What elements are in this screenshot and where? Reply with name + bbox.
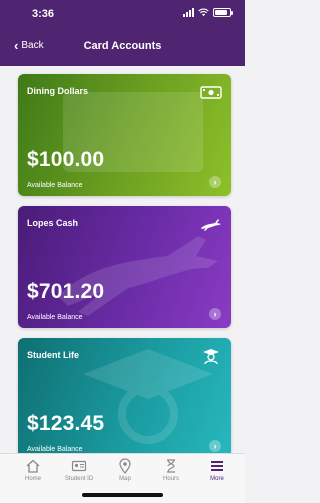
card-list: Dining Dollars $100.00 Available Balance… bbox=[0, 66, 245, 453]
signal-icon bbox=[183, 8, 194, 17]
tab-label: Student ID bbox=[64, 476, 94, 482]
tab-hours[interactable]: Hours bbox=[151, 458, 191, 482]
status-bar: 3:36 bbox=[0, 0, 245, 28]
card-balance: $100.00 bbox=[27, 148, 105, 171]
card-lopes-cash[interactable]: Lopes Cash $701.20 Available Balance › bbox=[18, 206, 231, 328]
card-balance: $123.45 bbox=[27, 412, 105, 435]
graduate-icon bbox=[203, 349, 219, 364]
status-time: 3:36 bbox=[32, 8, 55, 20]
chevron-right-icon[interactable]: › bbox=[209, 308, 221, 320]
page-title: Card Accounts bbox=[83, 40, 162, 52]
antelope-icon bbox=[201, 219, 221, 231]
map-pin-icon bbox=[119, 458, 131, 474]
cash-icon bbox=[200, 86, 222, 99]
chevron-right-icon[interactable]: › bbox=[209, 176, 221, 188]
card-title: Student Life bbox=[27, 350, 79, 360]
tab-student-id[interactable]: Student ID bbox=[59, 458, 99, 482]
navigation-bar: ‹ Back Card Accounts bbox=[0, 28, 245, 66]
tab-label: Map bbox=[119, 476, 131, 482]
graduate-watermark bbox=[83, 349, 213, 444]
id-card-icon bbox=[71, 460, 87, 472]
card-title: Lopes Cash bbox=[27, 218, 79, 228]
tab-label: More bbox=[210, 476, 224, 482]
card-dining-dollars[interactable]: Dining Dollars $100.00 Available Balance… bbox=[18, 74, 231, 196]
card-balance: $701.20 bbox=[27, 280, 105, 303]
card-student-life[interactable]: Student Life $123.45 Available Balance › bbox=[18, 338, 231, 453]
tab-home[interactable]: Home bbox=[13, 458, 53, 482]
menu-icon bbox=[211, 461, 223, 471]
card-balance-caption: Available Balance bbox=[27, 446, 83, 453]
battery-icon bbox=[213, 8, 233, 17]
card-balance-caption: Available Balance bbox=[27, 182, 83, 189]
tab-label: Hours bbox=[162, 476, 179, 482]
tab-label: Home bbox=[24, 476, 41, 482]
wifi-icon bbox=[198, 8, 209, 17]
tab-more[interactable]: More bbox=[197, 458, 237, 482]
chevron-right-icon[interactable]: › bbox=[209, 440, 221, 452]
home-indicator bbox=[82, 493, 163, 497]
tab-map[interactable]: Map bbox=[105, 458, 145, 482]
status-icons bbox=[183, 8, 233, 17]
card-title: Dining Dollars bbox=[27, 86, 89, 96]
hourglass-icon bbox=[167, 459, 175, 473]
home-icon bbox=[26, 459, 40, 473]
card-balance-caption: Available Balance bbox=[27, 314, 83, 321]
